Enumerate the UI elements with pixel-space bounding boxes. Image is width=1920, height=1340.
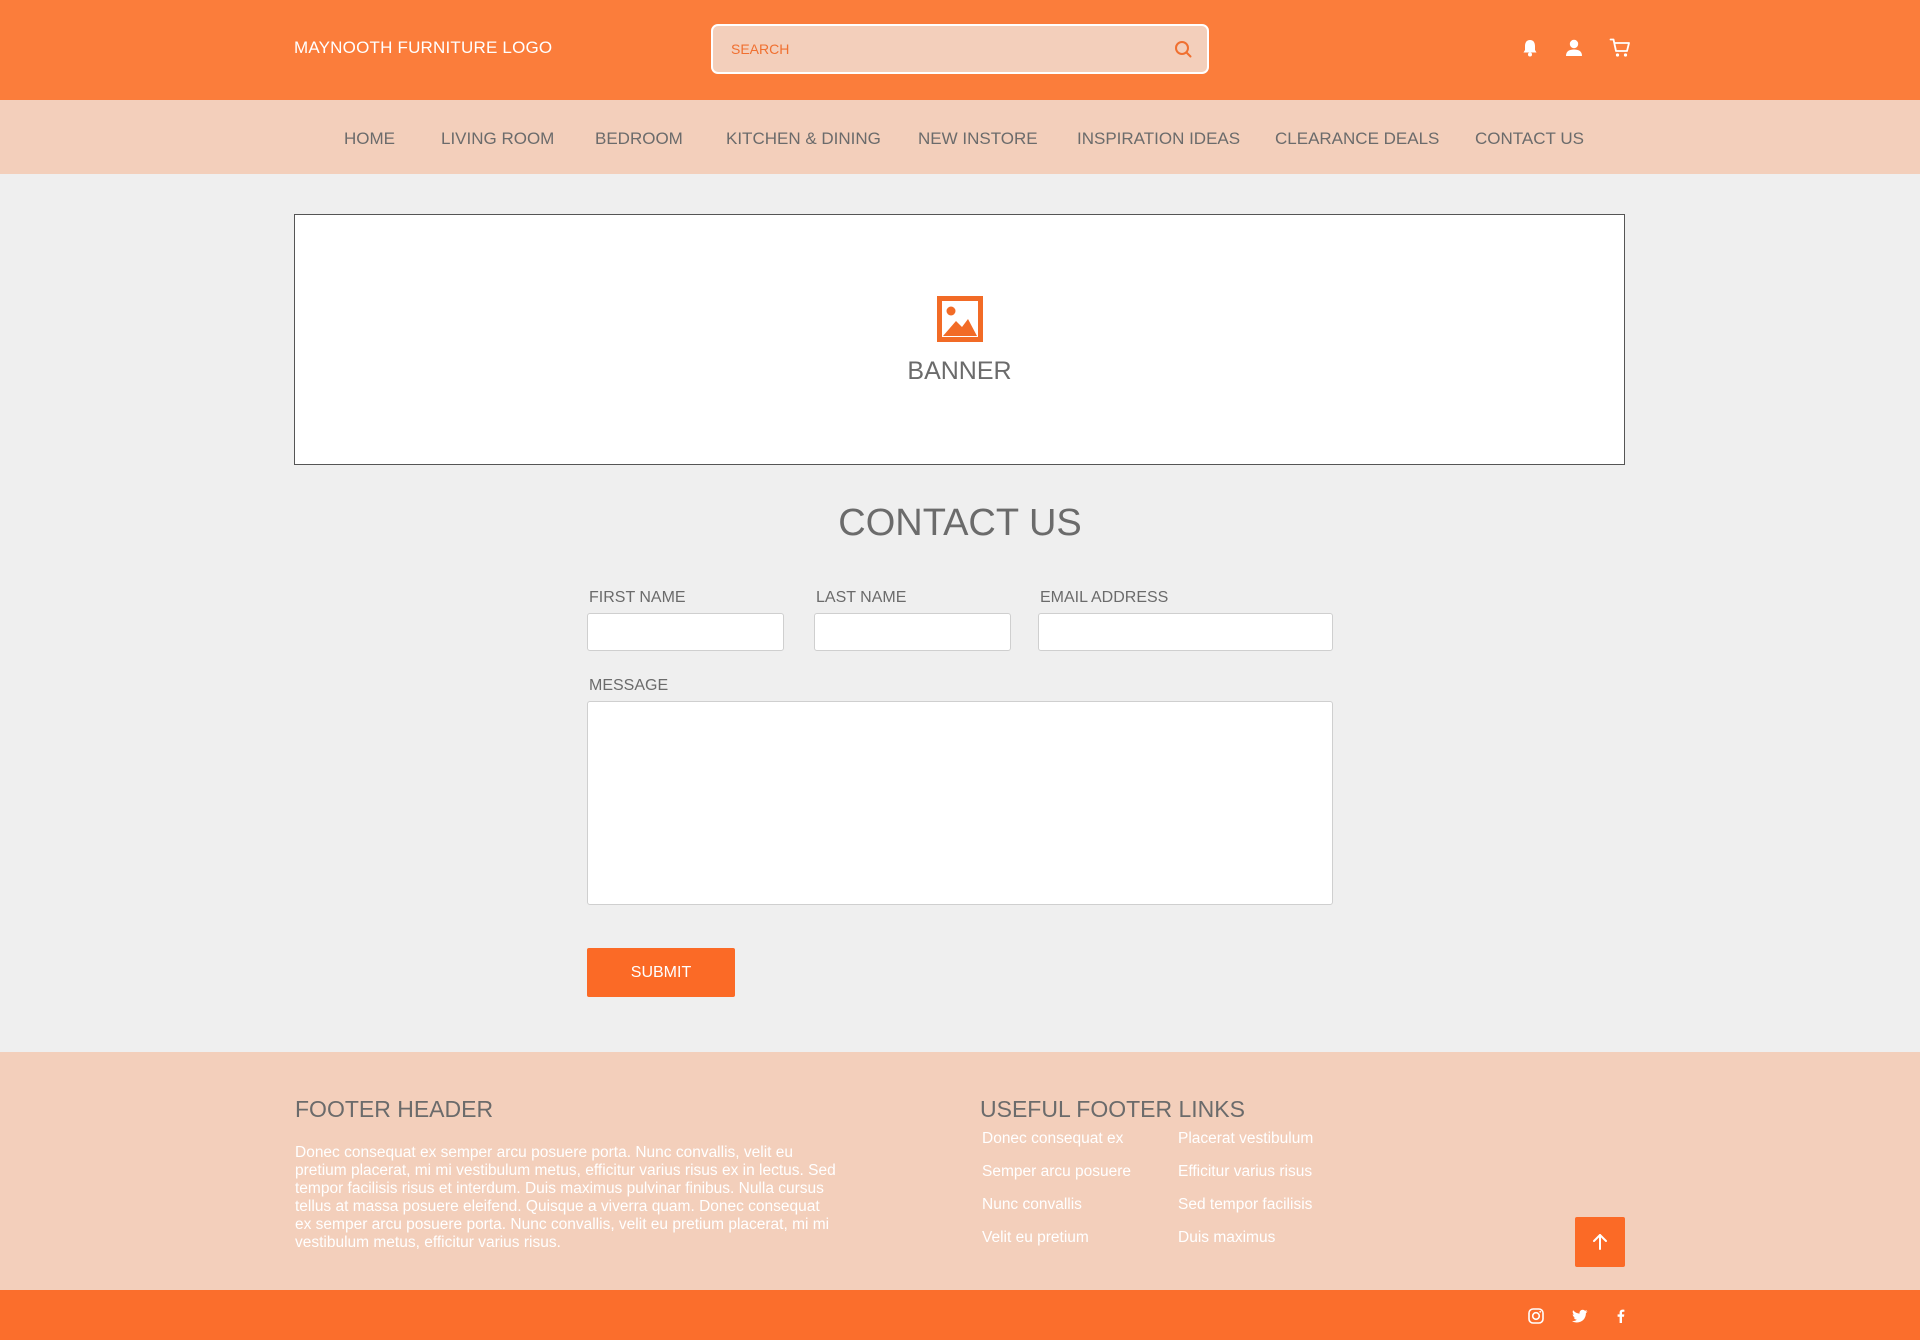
banner-label: BANNER bbox=[907, 357, 1012, 385]
banner: BANNER bbox=[294, 214, 1625, 465]
twitter-icon[interactable] bbox=[1571, 1307, 1589, 1325]
nav-item-kitchen-dining[interactable]: KITCHEN & DINING bbox=[726, 129, 881, 149]
social-bar bbox=[0, 1290, 1920, 1340]
submit-button[interactable]: SUBMIT bbox=[587, 948, 735, 997]
site-footer: FOOTER HEADER Donec consequat ex semper … bbox=[0, 1052, 1920, 1290]
first-name-field[interactable] bbox=[587, 613, 784, 651]
footer-link[interactable]: Semper arcu posuere bbox=[982, 1163, 1131, 1181]
nav-item-living-room[interactable]: LIVING ROOM bbox=[441, 129, 554, 149]
footer-link[interactable]: Velit eu pretium bbox=[982, 1229, 1089, 1247]
site-logo[interactable]: MAYNOOTH FURNITURE LOGO bbox=[294, 38, 552, 58]
last-name-label: LAST NAME bbox=[816, 589, 907, 606]
search-input[interactable] bbox=[731, 26, 1151, 72]
first-name-label: FIRST NAME bbox=[589, 589, 686, 606]
nav-item-bedroom[interactable]: BEDROOM bbox=[595, 129, 683, 149]
user-icon[interactable] bbox=[1563, 37, 1585, 59]
footer-link[interactable]: Efficitur varius risus bbox=[1178, 1163, 1312, 1181]
page-title: CONTACT US bbox=[838, 502, 1082, 544]
footer-link[interactable]: Nunc convallis bbox=[982, 1196, 1082, 1214]
main-nav: HOME LIVING ROOM BEDROOM KITCHEN & DININ… bbox=[0, 100, 1920, 174]
instagram-icon[interactable] bbox=[1527, 1307, 1545, 1325]
site-header: MAYNOOTH FURNITURE LOGO bbox=[0, 0, 1920, 100]
nav-item-contact-us[interactable]: CONTACT US bbox=[1475, 129, 1584, 149]
search-icon[interactable] bbox=[1173, 39, 1193, 59]
arrow-up-icon bbox=[1593, 1234, 1607, 1250]
message-label: MESSAGE bbox=[589, 677, 669, 694]
email-label: EMAIL ADDRESS bbox=[1040, 589, 1169, 606]
nav-item-clearance-deals[interactable]: CLEARANCE DEALS bbox=[1275, 129, 1439, 149]
cart-icon[interactable] bbox=[1609, 37, 1631, 59]
message-field[interactable] bbox=[587, 701, 1333, 905]
nav-item-home[interactable]: HOME bbox=[344, 129, 395, 149]
image-icon bbox=[937, 296, 983, 342]
footer-text: Donec consequat ex semper arcu posuere p… bbox=[295, 1144, 836, 1251]
email-field[interactable] bbox=[1038, 613, 1333, 651]
nav-item-new-instore[interactable]: NEW INSTORE bbox=[918, 129, 1038, 149]
bell-icon[interactable] bbox=[1519, 37, 1541, 59]
footer-link[interactable]: Duis maximus bbox=[1178, 1229, 1275, 1247]
back-to-top-button[interactable] bbox=[1575, 1217, 1625, 1267]
footer-link[interactable]: Placerat vestibulum bbox=[1178, 1130, 1313, 1148]
last-name-field[interactable] bbox=[814, 613, 1011, 651]
nav-item-inspiration-ideas[interactable]: INSPIRATION IDEAS bbox=[1077, 129, 1240, 149]
footer-links-header: USEFUL FOOTER LINKS bbox=[980, 1096, 1245, 1122]
search-bar bbox=[711, 24, 1209, 74]
footer-header: FOOTER HEADER bbox=[295, 1096, 494, 1122]
footer-link[interactable]: Donec consequat ex bbox=[982, 1130, 1123, 1148]
footer-link[interactable]: Sed tempor facilisis bbox=[1178, 1196, 1312, 1214]
facebook-icon[interactable] bbox=[1612, 1307, 1630, 1325]
